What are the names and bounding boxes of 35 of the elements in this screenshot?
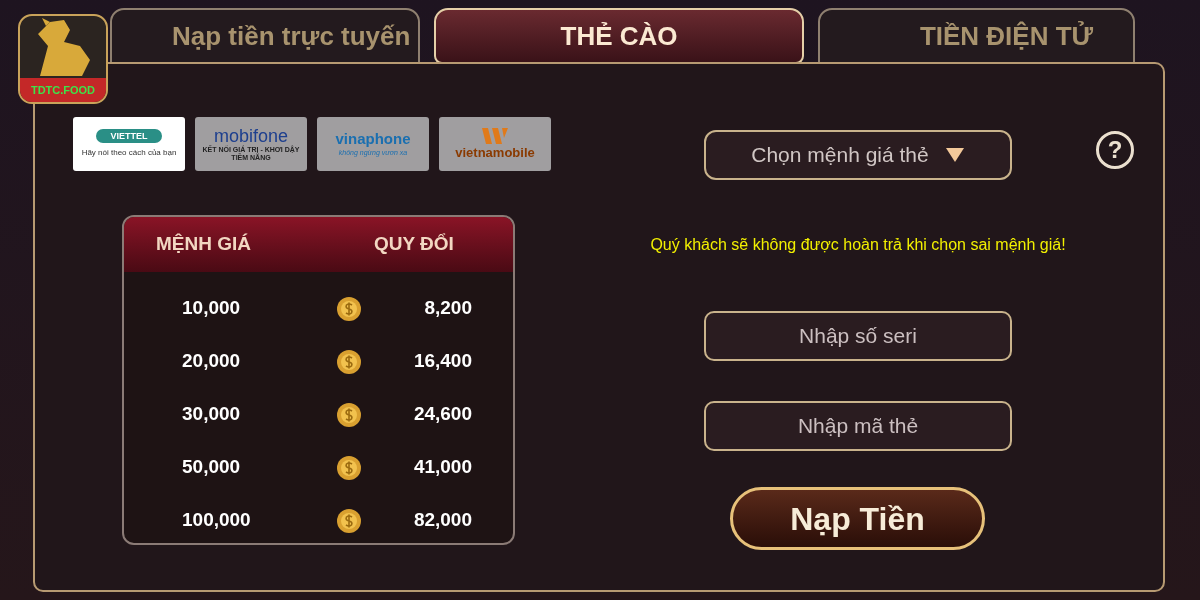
denomination-dropdown[interactable]: Chọn mệnh giá thẻ: [704, 130, 1012, 180]
serial-input-field[interactable]: Nhập số seri: [704, 311, 1012, 361]
coin-icon: [336, 454, 362, 481]
table-cell-text: 82,000: [412, 508, 472, 533]
tab[interactable]: TIỀN ĐIỆN TỬ: [818, 8, 1135, 64]
tab[interactable]: THẺ CÀO: [434, 8, 804, 64]
coin-icon: [336, 507, 362, 534]
submit-button[interactable]: Nạp Tiền: [730, 487, 985, 550]
warning-text: Quý khách sẽ không được hoàn trả khi chọn sai mệnh giá!: [650, 235, 1066, 255]
card-code-input-field[interactable]: Nhập mã thẻ: [704, 401, 1012, 451]
table-cell-text: 8,200: [423, 296, 472, 321]
table-cell-text: 30,000: [181, 402, 242, 427]
carrier-option[interactable]: VIETTEL Hãy nói theo cách của bạn: [73, 117, 185, 171]
coin-icon: [336, 401, 362, 428]
table-cell-text: 100,000: [181, 508, 252, 533]
caret-icon: [944, 147, 965, 163]
carrier-tagline: Hãy nói theo cách của bạn: [81, 147, 177, 159]
coin-icon: [336, 348, 362, 375]
table-cell-text: 20,000: [181, 349, 242, 374]
table-cell-text: 24,600: [412, 402, 472, 427]
carrier-name: VIETTEL: [96, 129, 162, 143]
coin-icon: [336, 295, 362, 322]
stripes-icon: [480, 128, 510, 144]
carrier-name: vinaphone: [335, 129, 411, 148]
help-button[interactable]: ?: [1096, 131, 1134, 169]
logo-text: TDTC.FOOD: [20, 78, 106, 102]
carrier-name: mobifone: [213, 126, 289, 146]
table-cell-text: 10,000: [181, 296, 242, 321]
table-cell-text: 50,000: [181, 455, 242, 480]
column-header: MỆNH GIÁ: [155, 232, 252, 257]
carrier-name: vietnamobile: [455, 146, 535, 160]
table-cell-text: 16,400: [412, 349, 472, 374]
tab[interactable]: Nạp tiền trực tuyến: [110, 8, 420, 64]
table-cell-text: 41,000: [412, 455, 472, 480]
column-header: QUY ĐỔI: [373, 232, 454, 257]
